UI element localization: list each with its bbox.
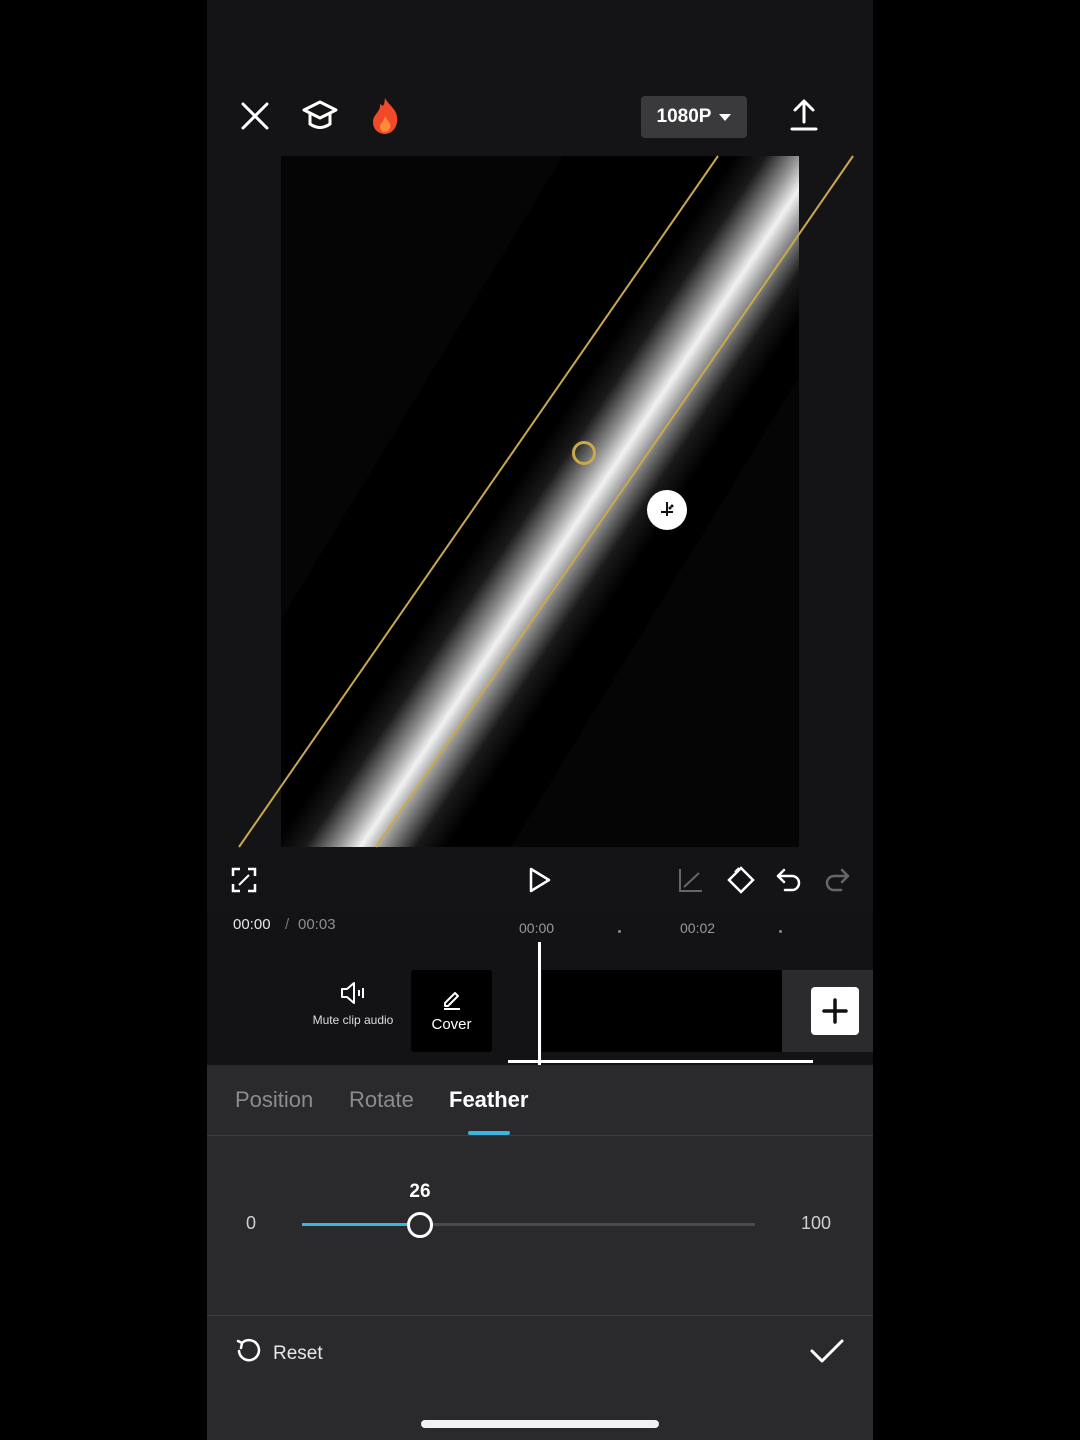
cover-button[interactable]: Cover <box>411 970 492 1052</box>
resolution-label: 1080P <box>656 106 712 127</box>
flame-icon[interactable] <box>369 96 401 136</box>
tab-position[interactable]: Position <box>235 1087 313 1113</box>
timeline-tick-dot <box>618 930 621 933</box>
fullscreen-icon[interactable] <box>231 867 257 893</box>
timeline-tick-label: 00:02 <box>680 920 716 936</box>
mute-clip-audio-label: Mute clip audio <box>312 1013 394 1027</box>
track-baseline <box>508 1060 813 1063</box>
slider-max-label: 100 <box>801 1213 832 1233</box>
chevron-down-icon <box>719 113 732 121</box>
slider-value-label: 26 <box>409 1181 431 1202</box>
play-icon[interactable] <box>527 866 553 894</box>
panel-divider <box>207 1315 873 1316</box>
mask-tabs: Position Rotate Feather <box>207 1065 873 1136</box>
resolution-button[interactable]: 1080P <box>641 96 747 138</box>
current-time: 00:00 <box>233 916 271 933</box>
slider-min-label: 0 <box>246 1213 257 1233</box>
total-time: 00:03 <box>298 916 336 933</box>
plus-icon[interactable] <box>811 987 859 1035</box>
checkmark-icon[interactable] <box>809 1337 845 1370</box>
undo-icon[interactable] <box>775 866 803 894</box>
tab-feather[interactable]: Feather <box>449 1087 528 1113</box>
keyframe-icon[interactable] <box>725 864 757 896</box>
mute-clip-audio-button[interactable]: Mute clip audio <box>309 980 397 1050</box>
video-clip[interactable] <box>542 970 782 1052</box>
graduation-cap-icon[interactable] <box>301 98 339 134</box>
reset-label: Reset <box>273 1343 323 1364</box>
cover-label: Cover <box>431 1016 472 1033</box>
masked-light-beam <box>281 156 799 847</box>
tab-rotate[interactable]: Rotate <box>349 1087 414 1113</box>
feather-handle-icon[interactable] <box>647 490 687 530</box>
pencil-icon <box>411 988 492 1010</box>
timeline-tick-dot <box>779 930 782 933</box>
playhead[interactable] <box>538 942 541 1066</box>
feather-slider[interactable] <box>302 1212 755 1238</box>
close-icon[interactable] <box>239 100 271 132</box>
time-separator: / <box>285 916 290 933</box>
slider-fill <box>302 1223 420 1226</box>
video-preview[interactable] <box>281 156 799 847</box>
slider-knob[interactable] <box>407 1212 433 1238</box>
redo-icon[interactable] <box>823 866 851 894</box>
upload-icon[interactable] <box>789 98 819 132</box>
keyframe-curve-icon[interactable] <box>677 866 705 894</box>
active-tab-indicator <box>468 1131 510 1135</box>
timeline-tick-label: 00:00 <box>519 920 555 936</box>
mask-center-handle[interactable] <box>572 441 596 465</box>
mask-panel: Position Rotate Feather 0 100 26 Reset <box>207 1065 873 1440</box>
app-screen: 1080P 00:00 / 00:03 00:00 00:02 Mute cli… <box>207 0 873 1440</box>
home-indicator <box>421 1420 659 1428</box>
reset-button[interactable]: Reset <box>235 1337 323 1371</box>
reset-icon <box>235 1337 263 1371</box>
speaker-icon <box>309 980 397 1006</box>
